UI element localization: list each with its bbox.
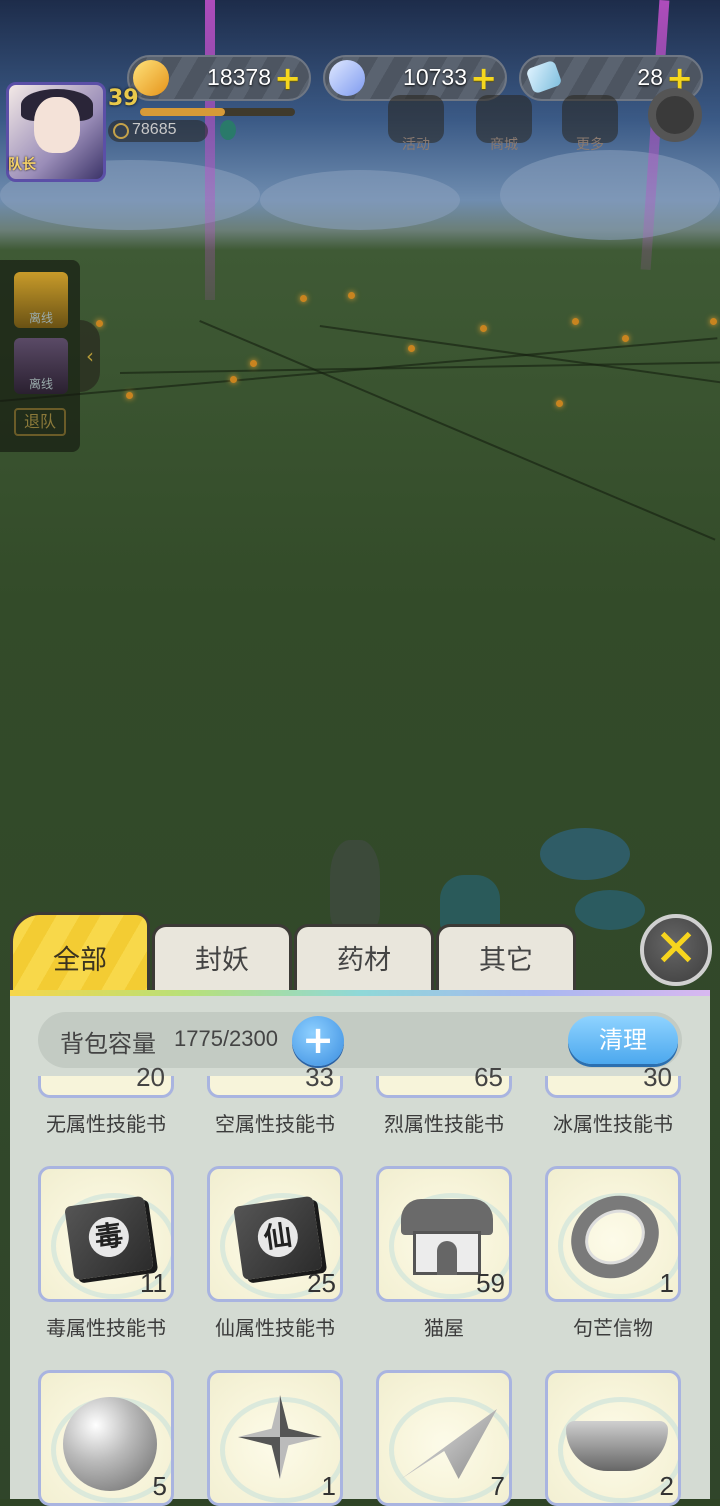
inventory-slot[interactable]: 20 <box>38 1062 174 1098</box>
member-status: 离线 <box>28 311 53 325</box>
item-count: 2 <box>659 1471 674 1501</box>
player-character[interactable] <box>330 840 380 930</box>
capacity-label: 背包容量 <box>60 1030 156 1058</box>
captain-badge: 队长 <box>8 157 36 173</box>
inventory-slot[interactable]: 5 <box>38 1370 174 1506</box>
item-count: 1 <box>321 1471 336 1501</box>
item-count: 59 <box>476 1268 505 1298</box>
item-label: 无属性技能书 <box>46 1112 166 1136</box>
coin-icon <box>113 123 129 139</box>
drop-icon <box>220 120 236 140</box>
currency-crystal[interactable]: 18378 + <box>127 55 311 101</box>
inventory-slot[interactable]: 65 <box>376 1062 512 1098</box>
item-label: 毒属性技能书 <box>46 1316 166 1340</box>
clean-button[interactable]: 清理 <box>568 1016 678 1064</box>
inventory-slot[interactable]: 1 <box>207 1370 343 1506</box>
inventory-slot[interactable]: 1 <box>545 1166 681 1302</box>
divider <box>10 990 710 996</box>
menu-label-more: 更多 <box>576 137 604 153</box>
inventory-slot[interactable]: 33 <box>207 1062 343 1098</box>
item-label: 空属性技能书 <box>215 1112 335 1136</box>
player-level: 39 <box>108 86 139 111</box>
item-label: 句芒信物 <box>573 1316 653 1340</box>
inventory-slot[interactable]: 仙 25 <box>207 1166 343 1302</box>
item-count: 25 <box>307 1268 336 1298</box>
member-status: 离线 <box>28 377 53 391</box>
crystal-amount: 18378 <box>207 64 271 90</box>
item-count: 7 <box>490 1471 505 1501</box>
add-diamond-button[interactable]: + <box>470 61 497 95</box>
inventory-slot[interactable]: 毒 11 <box>38 1166 174 1302</box>
item-count: 65 <box>474 1062 503 1092</box>
light-beam <box>205 0 215 300</box>
tab-herbs[interactable]: 药材 <box>294 924 434 992</box>
team-member[interactable]: 离线 <box>14 338 68 394</box>
tab-other[interactable]: 其它 <box>436 924 576 992</box>
item-count: 33 <box>305 1062 334 1092</box>
pokeball-icon[interactable] <box>648 88 702 142</box>
crab-pet[interactable] <box>540 828 630 880</box>
tab-seal[interactable]: 封妖 <box>152 924 292 992</box>
ticket-icon <box>525 59 563 95</box>
book-glyph: 仙 <box>255 1214 301 1260</box>
inventory-slot[interactable]: 59 <box>376 1166 512 1302</box>
tab-all[interactable]: 全部 <box>10 912 150 992</box>
add-crystal-button[interactable]: + <box>274 61 301 95</box>
item-label: 烈属性技能书 <box>384 1112 504 1136</box>
ticket-amount: 28 <box>637 64 663 90</box>
book-glyph: 毒 <box>86 1214 132 1260</box>
coin-amount: 78685 <box>132 121 177 138</box>
item-label: 仙属性技能书 <box>215 1316 335 1340</box>
item-count: 20 <box>136 1062 165 1092</box>
team-panel: 离线 离线 退队 <box>0 260 80 452</box>
item-count: 11 <box>140 1268 167 1298</box>
diamond-icon <box>329 60 365 96</box>
diamond-amount: 10733 <box>403 64 467 90</box>
expand-capacity-button[interactable]: + <box>292 1016 344 1066</box>
pet-character[interactable] <box>575 890 645 930</box>
capacity-value: 1775/2300 <box>174 1026 278 1051</box>
item-label: 冰属性技能书 <box>553 1112 673 1136</box>
inventory-slot[interactable]: 30 <box>545 1062 681 1098</box>
menu-label-shop: 商城 <box>490 137 518 153</box>
menu-label-event: 活动 <box>402 137 430 153</box>
close-button[interactable]: ✕ <box>640 914 712 986</box>
item-label: 猫屋 <box>424 1316 464 1340</box>
collapse-team-button[interactable]: ‹ <box>80 320 100 392</box>
item-count: 1 <box>659 1268 674 1298</box>
item-count: 30 <box>643 1062 672 1092</box>
inventory-slot[interactable]: 7 <box>376 1370 512 1506</box>
pearl-icon <box>63 1397 157 1491</box>
item-count: 5 <box>152 1471 167 1501</box>
experience-bar <box>140 108 295 116</box>
leave-team-button[interactable]: 退队 <box>14 408 66 436</box>
team-member[interactable]: 离线 <box>14 272 68 328</box>
inventory-slot[interactable]: 2 <box>545 1370 681 1506</box>
